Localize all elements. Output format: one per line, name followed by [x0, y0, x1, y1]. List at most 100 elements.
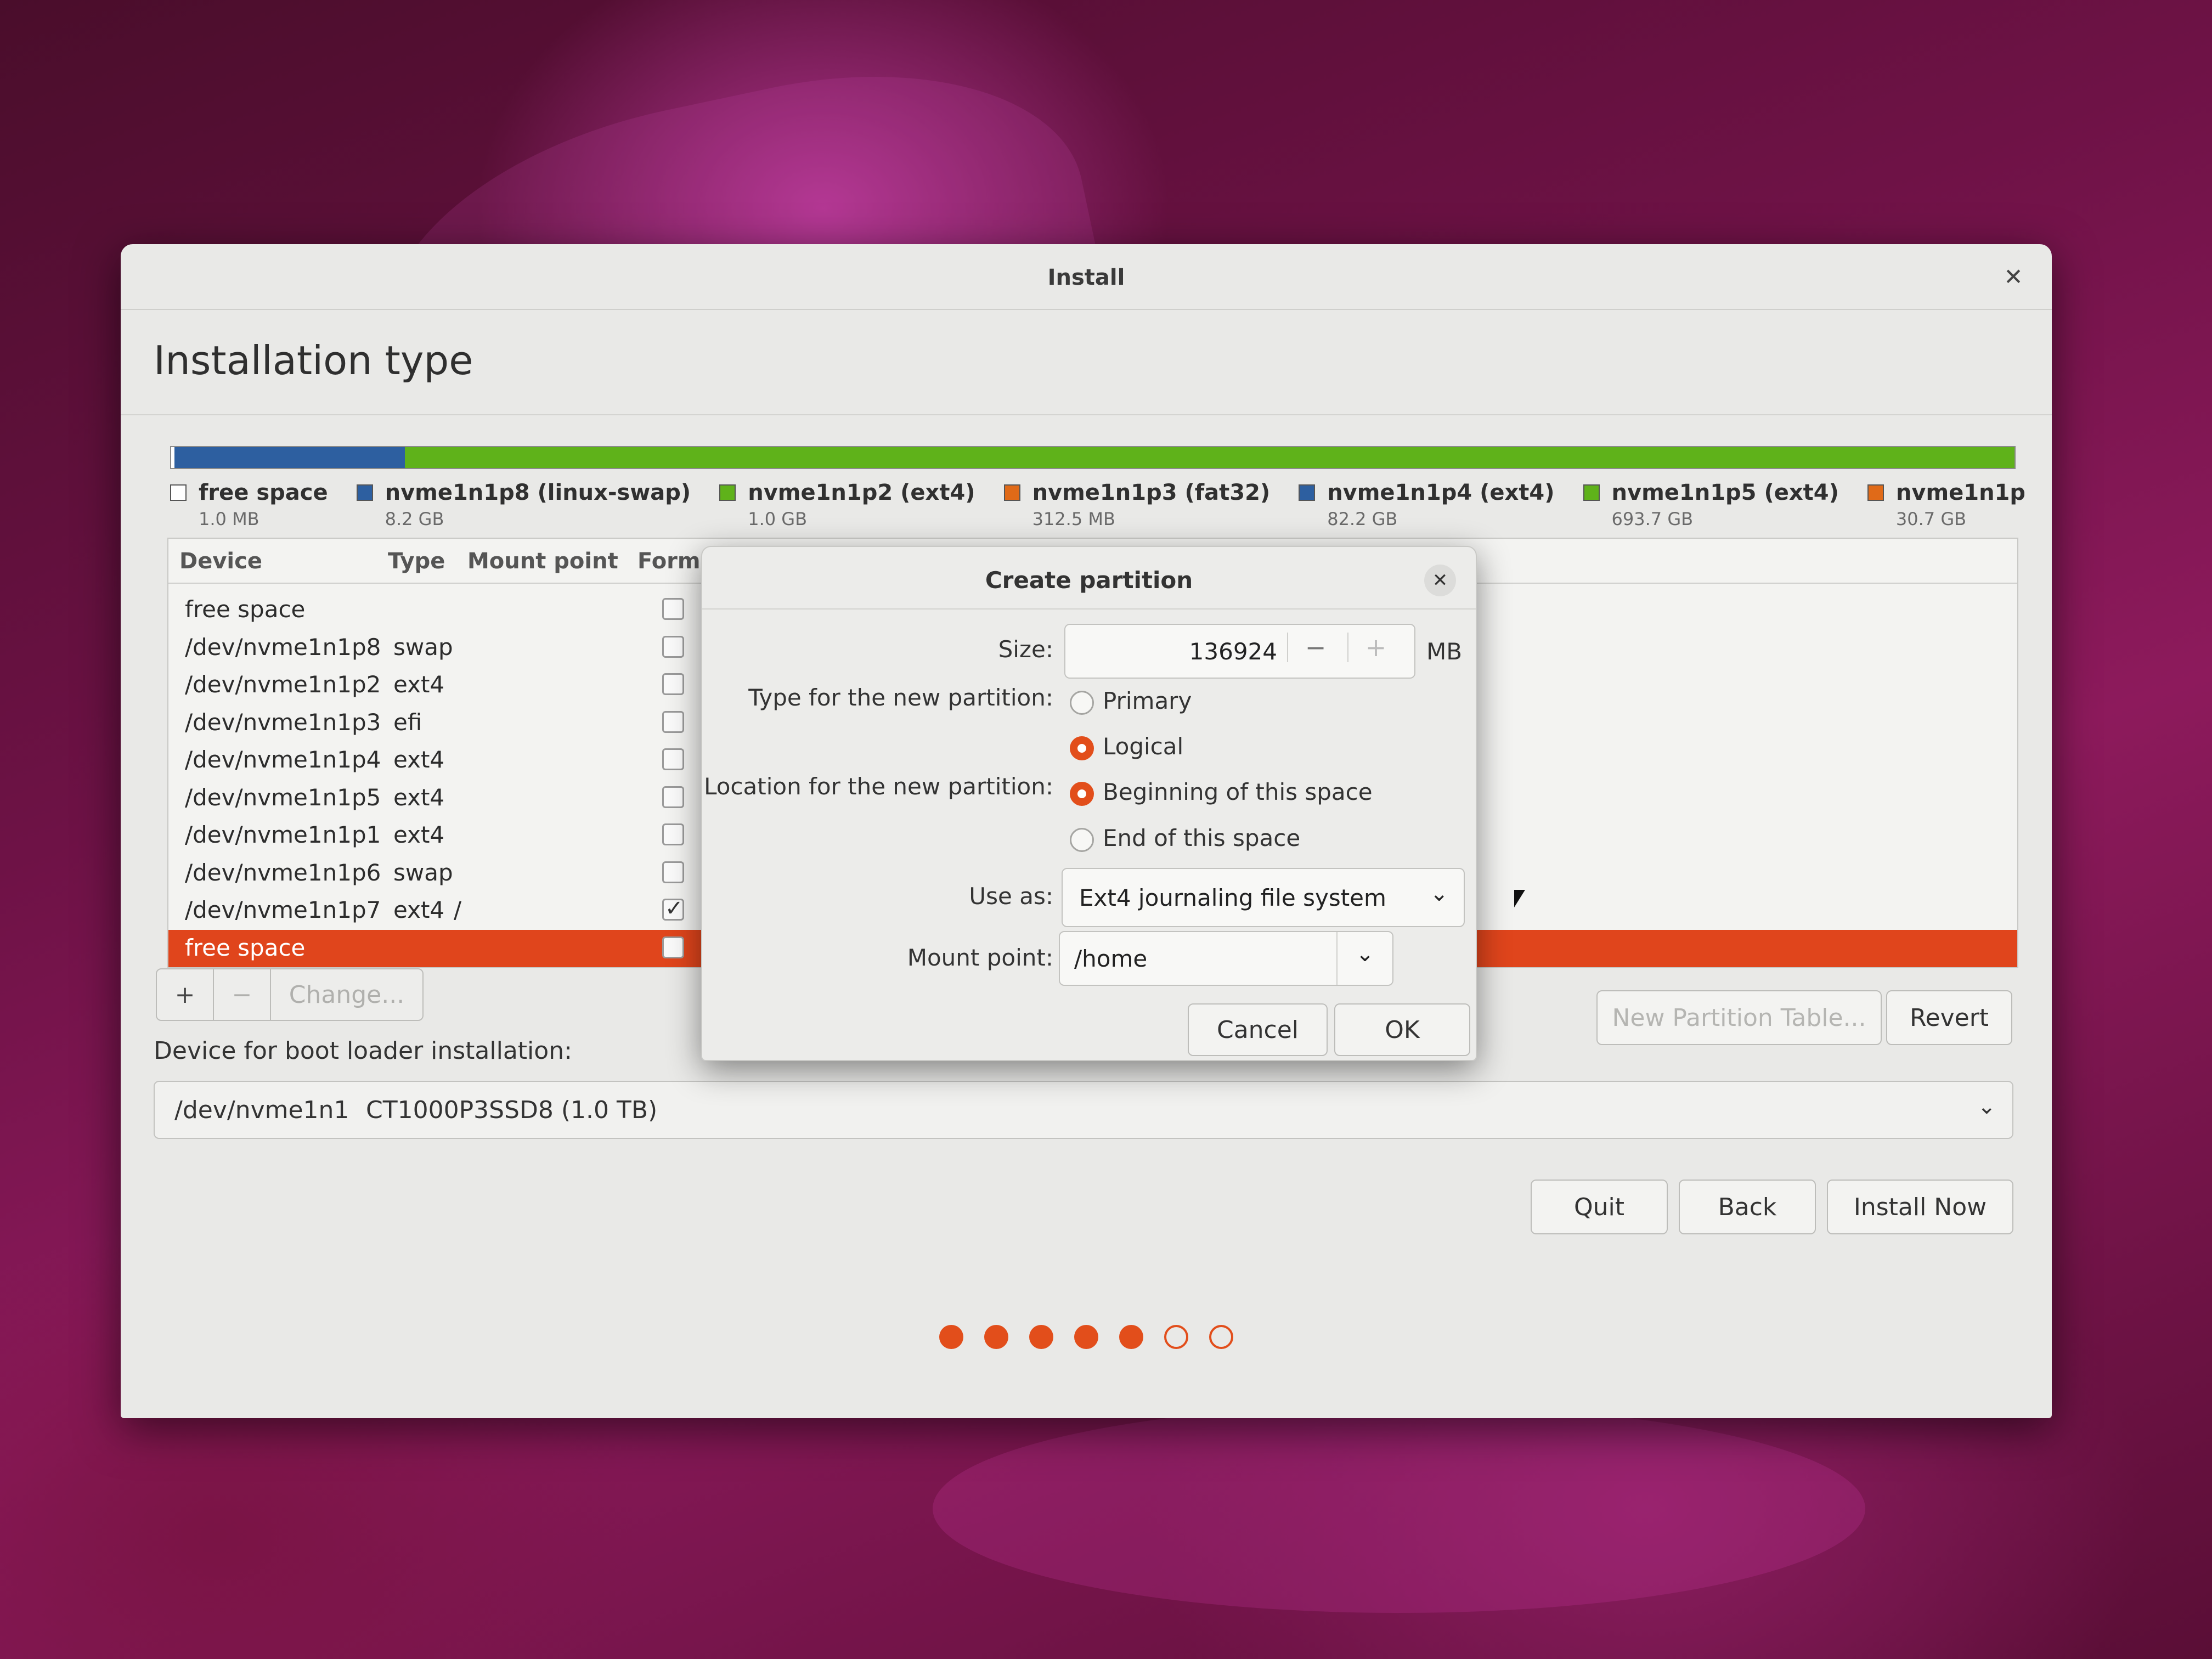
chevron-down-icon: ⌄ — [1977, 1094, 1996, 1119]
bootloader-model: CT1000P3SSD8 (1.0 TB) — [366, 1096, 658, 1124]
use-as-select[interactable]: Ext4 journaling file system ⌄ — [1062, 868, 1465, 927]
add-partition-button[interactable]: + — [156, 968, 214, 1021]
legend-item: nvme1n1p5 (ext4) 693.7 GB — [1583, 480, 1839, 535]
row-device: /dev/nvme1n1p3 — [185, 708, 381, 736]
legend-name: nvme1n1p2 (ext4) — [748, 480, 975, 505]
chevron-down-icon: ⌄ — [1430, 881, 1448, 906]
disk-segment-ext4 — [405, 447, 2015, 468]
logical-radio-label[interactable]: Logical — [1103, 733, 1183, 760]
size-spinbox: 136924 − + — [1064, 624, 1415, 679]
row-type: ext4 — [393, 896, 445, 923]
col-type[interactable]: Type — [388, 549, 445, 574]
install-now-button[interactable]: Install Now — [1827, 1180, 2013, 1234]
beginning-radio-label[interactable]: Beginning of this space — [1103, 778, 1373, 805]
cancel-button[interactable]: Cancel — [1188, 1003, 1328, 1056]
page-title: Installation type — [154, 337, 473, 383]
bootloader-device: /dev/nvme1n1 — [174, 1096, 349, 1124]
end-radio-label[interactable]: End of this space — [1103, 825, 1300, 851]
row-mount: / — [454, 896, 462, 923]
legend-size: 312.5 MB — [1032, 509, 1115, 529]
legend-item: nvme1n1p4 (ext4) 82.2 GB — [1299, 480, 1555, 535]
decrement-button[interactable]: − — [1287, 633, 1343, 662]
dialog-title: Create partition — [985, 567, 1193, 594]
format-checkbox[interactable] — [662, 823, 684, 845]
mount-point-input[interactable]: /home — [1074, 945, 1147, 972]
logical-radio[interactable] — [1070, 736, 1094, 760]
disk-legend: free space 1.0 MB nvme1n1p8 (linux-swap) 8.… — [170, 480, 2024, 535]
format-checkbox[interactable] — [662, 896, 684, 921]
format-checkbox[interactable] — [662, 936, 684, 958]
legend-item: nvme1n1p8 (linux-swap) 8.2 GB — [356, 480, 691, 535]
legend-size: 82.2 GB — [1327, 509, 1398, 529]
location-label: Location for the new partition: — [704, 773, 1053, 800]
row-type: ext4 — [393, 821, 445, 848]
row-device: /dev/nvme1n1p6 — [185, 859, 381, 886]
legend-size: 30.7 GB — [1895, 509, 1967, 529]
legend-item: free space 1.0 MB — [170, 480, 328, 535]
legend-item: nvme1n1p1 (ext4) 30.7 GB — [1867, 480, 2024, 535]
legend-item: nvme1n1p3 (fat32) 312.5 MB — [1003, 480, 1271, 535]
format-checkbox[interactable] — [662, 786, 684, 808]
close-icon[interactable]: ✕ — [1424, 565, 1456, 596]
progress-dot — [1074, 1325, 1098, 1349]
remove-partition-button[interactable]: − — [213, 968, 271, 1021]
row-device: free space — [185, 934, 306, 961]
row-device: /dev/nvme1n1p4 — [185, 746, 381, 773]
bootloader-select[interactable]: /dev/nvme1n1 CT1000P3SSD8 (1.0 TB) ⌄ — [154, 1081, 2013, 1139]
chevron-down-icon[interactable]: ⌄ — [1336, 932, 1392, 985]
format-checkbox[interactable] — [662, 673, 684, 695]
progress-dot — [1119, 1325, 1143, 1349]
revert-button[interactable]: Revert — [1886, 990, 2012, 1045]
disk-usage-bar — [170, 446, 2016, 469]
row-device: /dev/nvme1n1p2 — [185, 671, 381, 698]
primary-radio[interactable] — [1070, 691, 1094, 715]
format-checkbox[interactable] — [662, 748, 684, 770]
window-title: Install — [1047, 265, 1125, 290]
progress-dots — [121, 1325, 2052, 1349]
format-checkbox[interactable] — [662, 598, 684, 620]
row-type: efi — [393, 708, 422, 736]
format-checkbox[interactable] — [662, 635, 684, 658]
progress-dot — [939, 1325, 963, 1349]
back-button[interactable]: Back — [1679, 1180, 1816, 1234]
new-partition-table-button[interactable]: New Partition Table... — [1596, 990, 1882, 1045]
titlebar: Install ✕ — [121, 244, 2052, 310]
row-type: ext4 — [393, 783, 445, 811]
size-input[interactable]: 136924 — [1189, 638, 1277, 665]
mount-point-combo: /home ⌄ — [1059, 931, 1393, 986]
row-device: /dev/nvme1n1p1 — [185, 821, 381, 848]
legend-item: nvme1n1p2 (ext4) 1.0 GB — [719, 480, 975, 535]
beginning-radio[interactable] — [1070, 782, 1094, 806]
legend-size: 693.7 GB — [1611, 509, 1694, 529]
use-as-label: Use as: — [969, 883, 1053, 910]
progress-dot — [1029, 1325, 1053, 1349]
end-radio[interactable] — [1070, 828, 1094, 852]
row-device: /dev/nvme1n1p7 — [185, 896, 381, 923]
partition-type-label: Type for the new partition: — [748, 684, 1053, 711]
dialog-divider — [702, 608, 1476, 610]
bootloader-label: Device for boot loader installation: — [154, 1037, 572, 1065]
primary-radio-label[interactable]: Primary — [1103, 687, 1192, 714]
wallpaper-shape-2 — [933, 1404, 1865, 1613]
create-partition-dialog: Create partition ✕ Size: 136924 − + MB T… — [701, 546, 1477, 1061]
increment-button[interactable]: + — [1347, 633, 1403, 662]
col-device[interactable]: Device — [179, 549, 262, 574]
progress-dot — [1164, 1325, 1188, 1349]
format-checkbox[interactable] — [662, 710, 684, 733]
quit-button[interactable]: Quit — [1531, 1180, 1668, 1234]
disk-segment-swap — [174, 447, 405, 468]
ok-button[interactable]: OK — [1334, 1003, 1470, 1056]
legend-size: 8.2 GB — [385, 509, 444, 529]
use-as-value: Ext4 journaling file system — [1079, 884, 1386, 911]
legend-name: nvme1n1p8 (linux-swap) — [385, 480, 691, 505]
legend-name: nvme1n1p3 (fat32) — [1032, 480, 1271, 505]
progress-dot — [1209, 1325, 1233, 1349]
legend-name: nvme1n1p4 (ext4) — [1327, 480, 1555, 505]
format-checkbox[interactable] — [662, 861, 684, 883]
mount-point-label: Mount point: — [907, 944, 1053, 971]
row-type: swap — [393, 859, 453, 886]
window-close-icon[interactable]: ✕ — [1997, 261, 2030, 294]
row-device: free space — [185, 596, 306, 623]
col-mount[interactable]: Mount point — [467, 549, 618, 574]
change-partition-button[interactable]: Change... — [270, 968, 424, 1021]
